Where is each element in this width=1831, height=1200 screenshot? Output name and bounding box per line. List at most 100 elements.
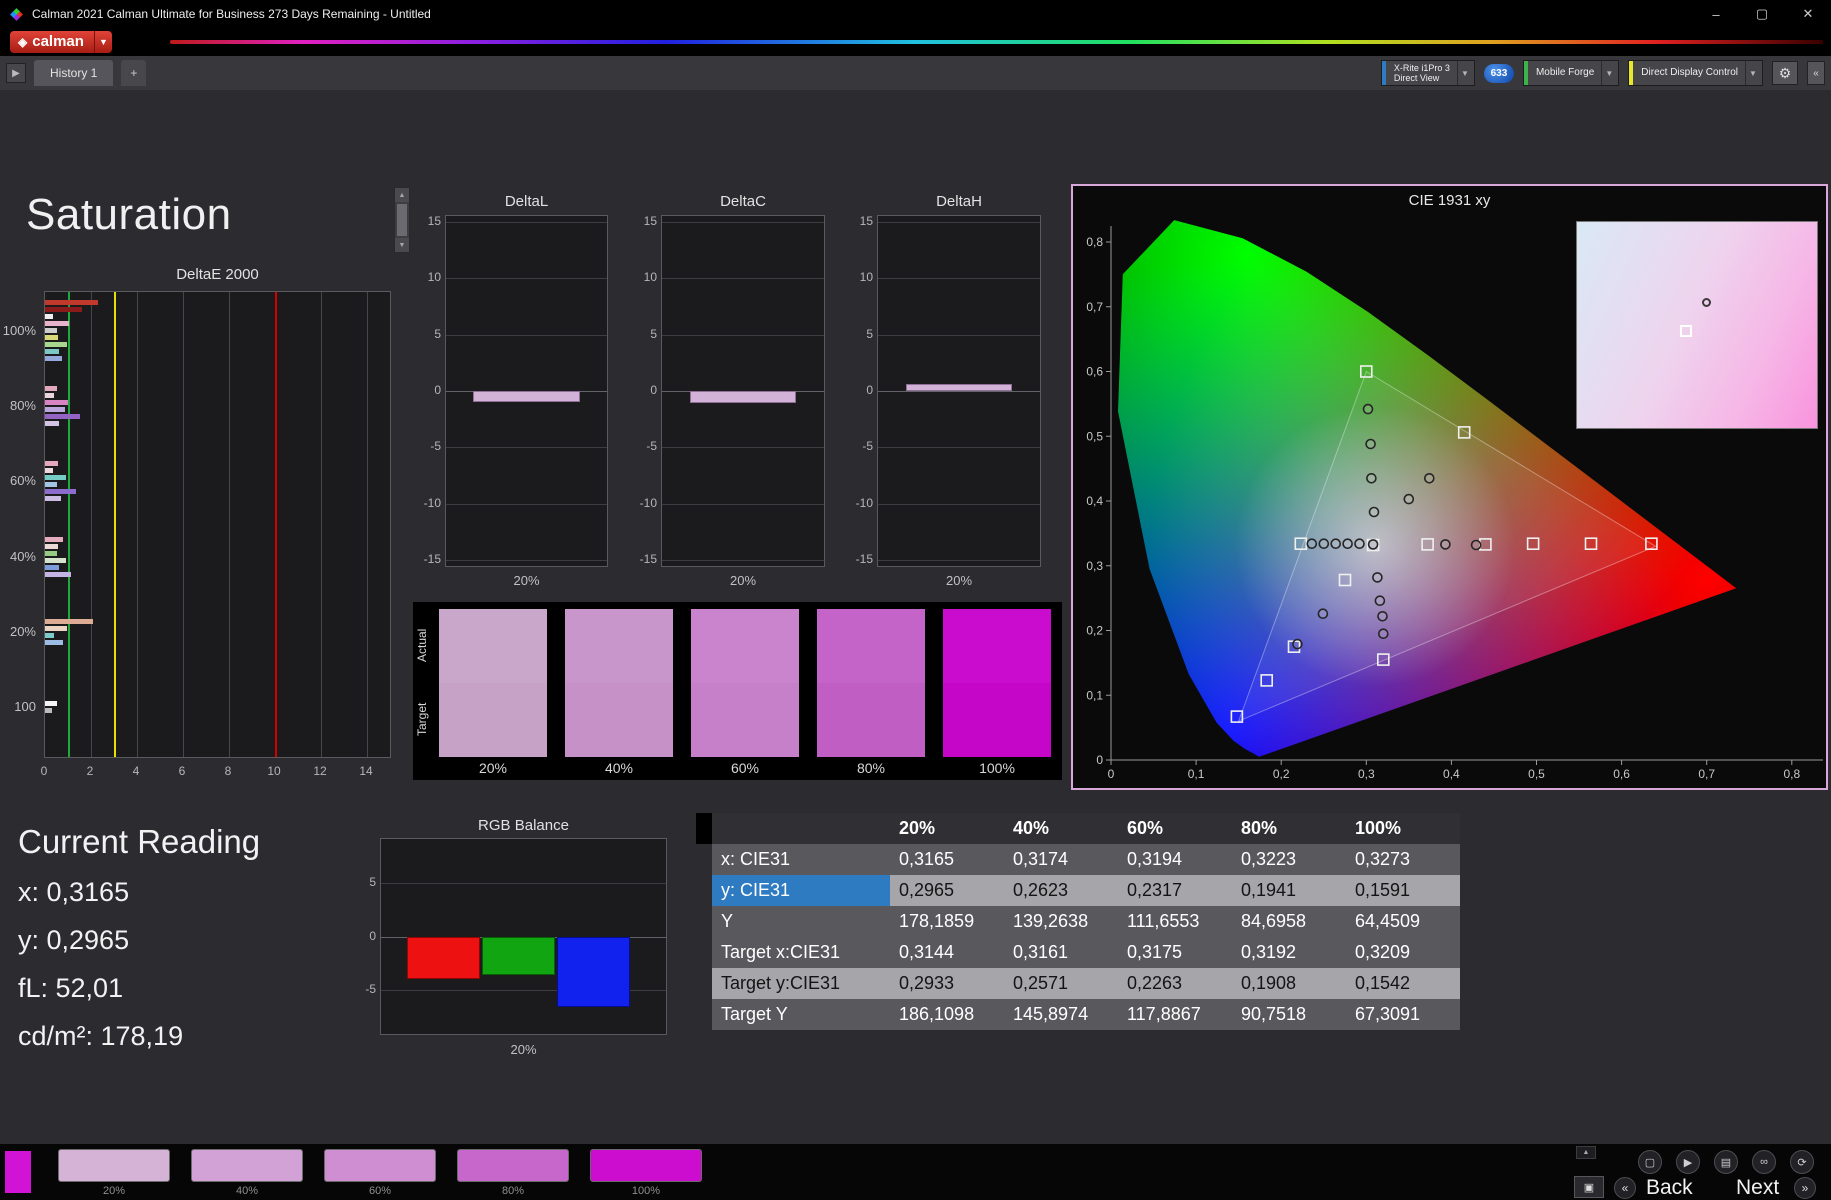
back-chevron-icon[interactable]: « (1614, 1177, 1636, 1199)
svg-text:0,1: 0,1 (1086, 688, 1103, 702)
svg-text:0,3: 0,3 (1086, 559, 1103, 573)
target-swatch (943, 683, 1051, 757)
measured-point (1368, 506, 1380, 518)
row-label[interactable]: x: CIE31 (712, 844, 890, 875)
actual-swatch (817, 609, 925, 683)
current-reading-title: Current Reading (18, 823, 261, 860)
row-label: 100% (2, 322, 36, 338)
scroll-up-icon[interactable]: ▲ (395, 188, 409, 202)
maximize-button[interactable]: ▢ (1739, 0, 1785, 28)
next-button[interactable]: Next (1736, 1176, 1779, 1200)
saturation-swatch (817, 609, 925, 757)
pattern-window-button[interactable]: ▣ (1574, 1176, 1604, 1198)
window-controls: – ▢ ✕ (1693, 0, 1831, 28)
table-cell: 67,3091 (1346, 999, 1460, 1030)
back-button[interactable]: Back (1646, 1176, 1693, 1200)
save-icon[interactable]: ▤ (1714, 1150, 1738, 1174)
next-chevron-icon[interactable]: » (1794, 1177, 1816, 1199)
actual-target-swatch-strip: Actual Target 20% 40% 60% 80% 100% (413, 602, 1062, 780)
add-tab-button[interactable]: + (121, 60, 147, 86)
svg-text:0,1: 0,1 (1188, 767, 1205, 781)
calman-diamond-icon: ◈ (18, 34, 28, 49)
row-label[interactable]: Target x:CIE31 (712, 937, 890, 968)
actual-swatch (943, 609, 1051, 683)
minimize-button[interactable]: – (1693, 0, 1739, 28)
measured-point (1423, 472, 1435, 484)
meter-count-badge[interactable]: 633 (1483, 63, 1514, 83)
meter-selector[interactable]: X-Rite i1Pro 3 Direct View ▼ (1380, 60, 1475, 86)
row-label: 40% (9, 548, 36, 564)
table-cell: 0,2317 (1118, 875, 1232, 906)
table-cell: 186,1098 (890, 999, 1004, 1030)
close-button[interactable]: ✕ (1785, 0, 1831, 28)
axis-tick-label: 12 (313, 764, 327, 778)
row-label[interactable]: y: CIE31 (712, 875, 890, 906)
patch-thumbnail-40%[interactable]: 40% (191, 1149, 303, 1197)
tab-history-1[interactable]: History 1 (34, 60, 114, 86)
deltae-bar (45, 356, 63, 362)
row-lead (696, 844, 712, 875)
measured-point (1372, 572, 1383, 583)
refresh-icon[interactable]: ⟳ (1790, 1150, 1814, 1174)
measured-point (1354, 538, 1365, 550)
axis-tick-label: 6 (178, 764, 186, 778)
measured-point (1365, 438, 1376, 450)
axis-tick-label: 0 (866, 383, 873, 397)
patch-thumbnail-100%[interactable]: 100% (590, 1149, 702, 1197)
tab-bar: ▶ History 1 + X-Rite i1Pro 3 Direct View… (0, 56, 1831, 90)
display-control-selector[interactable]: Direct Display Control ▼ (1628, 60, 1763, 86)
saturation-swatch (691, 609, 799, 757)
expand-up-icon[interactable]: ▲ (1576, 1146, 1596, 1159)
axis-tick-label: -5 (430, 439, 441, 454)
row-label[interactable]: Target y:CIE31 (712, 968, 890, 999)
link-icon[interactable]: ∞ (1752, 1150, 1776, 1174)
axis-tick-label: -5 (862, 439, 873, 454)
source-label: Mobile Forge (1535, 67, 1595, 78)
table-cell: 139,2638 (1004, 906, 1118, 937)
patch-thumbnail-20%[interactable]: 20% (58, 1149, 170, 1197)
table-cell: 0,3161 (1004, 937, 1118, 968)
row-label[interactable]: Y (712, 906, 890, 937)
deltae-bar (45, 413, 80, 419)
deltae-bar (45, 300, 98, 306)
reference-line (68, 292, 70, 757)
table-corner (696, 813, 712, 844)
play-icon[interactable]: ▶ (1676, 1150, 1700, 1174)
target-row-label: Target (415, 702, 429, 736)
table-cell: 178,1859 (890, 906, 1004, 937)
column-header: 100% (1346, 813, 1460, 844)
reading-cdm2: cd/m²: 178,19 (18, 1021, 184, 1051)
scrollbar-thumb[interactable] (397, 204, 407, 236)
calman-logo-button[interactable]: ◈ calman ▼ (10, 31, 112, 53)
display-icon[interactable]: ▢ (1638, 1150, 1662, 1174)
deltae-chart-title: DeltaE 2000 (176, 266, 259, 283)
settings-gear-button[interactable]: ⚙ (1772, 61, 1798, 85)
reference-line (275, 292, 277, 757)
deltac-y-axis: 15 10 5 0 -5 -10 -15 (625, 214, 661, 567)
patch-thumbnail-80%[interactable]: 80% (457, 1149, 569, 1197)
measured-point (1362, 403, 1374, 415)
table-cell: 111,6553 (1118, 906, 1232, 937)
logo-dropdown-caret-icon[interactable]: ▼ (93, 31, 112, 53)
patch-thumbnail-60%[interactable]: 60% (324, 1149, 436, 1197)
deltae-bar (45, 550, 57, 556)
measured-point (1374, 595, 1386, 607)
measured-point (1330, 538, 1342, 550)
deltae-bar (45, 625, 67, 631)
gridline (878, 447, 1040, 449)
collapse-panel-button[interactable]: « (1807, 61, 1825, 85)
svg-text:0,7: 0,7 (1086, 300, 1103, 314)
axis-tick-label: 5 (650, 326, 657, 341)
logo-bar: ◈ calman ▼ (0, 28, 1831, 56)
column-header: 80% (1232, 813, 1346, 844)
layout-nav-arrow-button[interactable]: ▶ (6, 63, 26, 83)
vertical-scrollbar[interactable]: ▲ ▼ (394, 187, 410, 253)
source-selector[interactable]: Mobile Forge ▼ (1522, 60, 1620, 86)
measured-point (1403, 493, 1415, 505)
row-label[interactable]: Target Y (712, 999, 890, 1030)
deltae-bar (45, 564, 59, 570)
gridline (662, 278, 824, 280)
svg-text:0,8: 0,8 (1086, 235, 1103, 249)
scroll-down-icon[interactable]: ▼ (395, 238, 409, 252)
gridline (662, 503, 824, 505)
